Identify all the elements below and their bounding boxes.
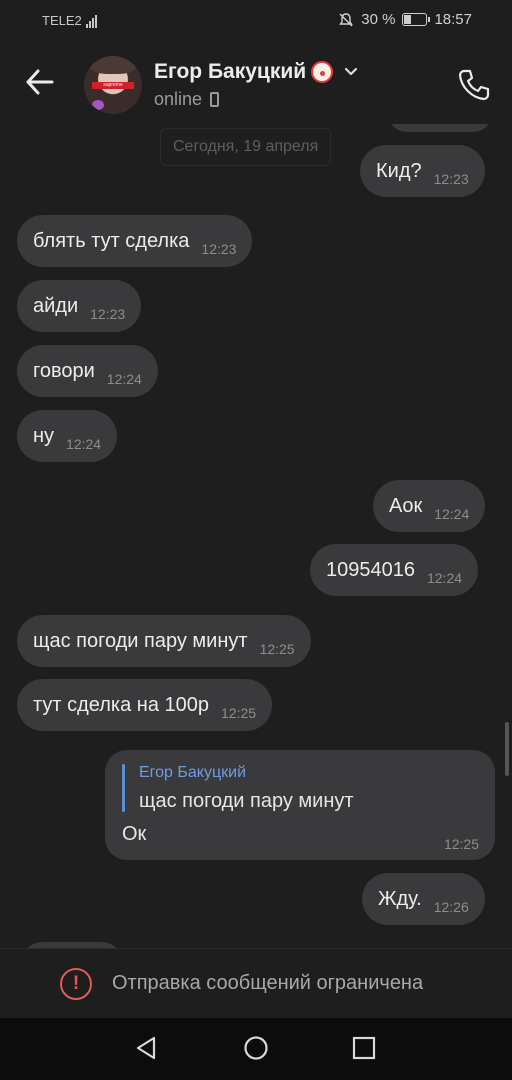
message-text: Ок: [122, 823, 147, 845]
presence-status: online: [154, 89, 220, 110]
message-time: 12:24: [434, 506, 470, 522]
message-list[interactable]: Сегодня, 19 апреля Кид? 12:23 блять тут …: [0, 124, 512, 948]
message-bubble[interactable]: Аок 12:24: [373, 480, 486, 532]
nav-home-icon[interactable]: [241, 1033, 271, 1063]
message-bubble[interactable]: Кид? 12:23: [360, 145, 485, 197]
message-time: 12:23: [201, 241, 237, 257]
mute-icon: [339, 12, 354, 26]
message-bubble[interactable]: 10954016 12:24: [310, 544, 479, 596]
message-time: 12:24: [66, 436, 102, 452]
avatar[interactable]: supreme: [84, 56, 142, 114]
quoted-text: щас погоди пару минут: [139, 790, 354, 812]
avatar-band-text: supreme: [92, 82, 134, 89]
message-bubble[interactable]: говори 12:24: [17, 345, 158, 397]
message-text: айди: [33, 294, 79, 317]
back-arrow-icon[interactable]: [20, 62, 60, 102]
system-nav-bar: [0, 1018, 512, 1080]
contact-name-row[interactable]: Егор Бакуцкий: [154, 60, 358, 84]
composer-restricted: ! Отправка сообщений ограничена: [0, 948, 512, 1018]
status-right: 30 % 18:57: [338, 11, 472, 28]
clown-face-icon: [311, 61, 334, 83]
battery-percent: 30 %: [361, 11, 396, 28]
scrollbar[interactable]: [505, 722, 509, 776]
warning-icon: !: [60, 967, 92, 1000]
quoted-author[interactable]: Егор Бакуцкий: [139, 764, 246, 782]
signal-icon: [85, 15, 97, 28]
nav-back-icon[interactable]: [132, 1033, 162, 1063]
message-bubble[interactable]: ну 12:24: [17, 410, 118, 462]
message-time: 12:25: [443, 836, 479, 852]
message-text: блять тут сделка: [33, 229, 190, 252]
presence-label: online: [154, 89, 203, 109]
message-time: 12:26: [433, 899, 469, 915]
chevron-down-icon[interactable]: [344, 67, 358, 77]
battery-icon: [402, 13, 431, 26]
quote-bar: [122, 764, 125, 812]
reply-message-bubble[interactable]: Егор Бакуцкий щас погоди пару минут Ок 1…: [105, 750, 495, 860]
message-time: 12:25: [259, 641, 295, 657]
message-text: говори: [33, 359, 95, 382]
chat-header: supreme Егор Бакуцкий online: [0, 42, 512, 124]
partial-bubble-top: [388, 124, 492, 132]
message-time: 12:24: [106, 371, 142, 387]
clock: 18:57: [434, 11, 472, 28]
message-text: ну: [33, 424, 55, 447]
message-text: Жду.: [378, 887, 422, 910]
phone-call-icon[interactable]: [454, 64, 494, 104]
message-bubble[interactable]: айди 12:23: [17, 280, 142, 332]
message-bubble[interactable]: Жду. 12:26: [362, 873, 485, 925]
contact-name: Егор Бакуцкий: [154, 60, 307, 83]
message-text: тут сделка на 100р: [33, 693, 209, 716]
message-bubble[interactable]: тут сделка на 100р 12:25: [17, 679, 273, 731]
message-time: 12:23: [90, 306, 126, 322]
message-time: 12:24: [426, 570, 463, 586]
message-text: Кид?: [376, 159, 422, 182]
date-separator: Сегодня, 19 апреля: [160, 128, 332, 166]
carrier-group: TELE2: [42, 13, 97, 28]
mobile-phone-icon: [210, 92, 220, 107]
message-text: 10954016: [326, 558, 415, 581]
message-bubble[interactable]: щас погоди пару минут 12:25: [17, 615, 311, 667]
message-bubble[interactable]: блять тут сделка 12:23: [17, 215, 253, 267]
nav-recents-icon[interactable]: [349, 1033, 379, 1063]
message-text: щас погоди пару минут: [33, 629, 248, 652]
message-text: Аок: [389, 494, 423, 517]
restriction-text: Отправка сообщений ограничена: [112, 972, 424, 994]
message-time: 12:23: [433, 171, 469, 187]
message-time: 12:25: [221, 705, 257, 721]
carrier-label: TELE2: [42, 13, 82, 28]
status-bar: TELE2 30 % 18:57: [0, 0, 512, 42]
